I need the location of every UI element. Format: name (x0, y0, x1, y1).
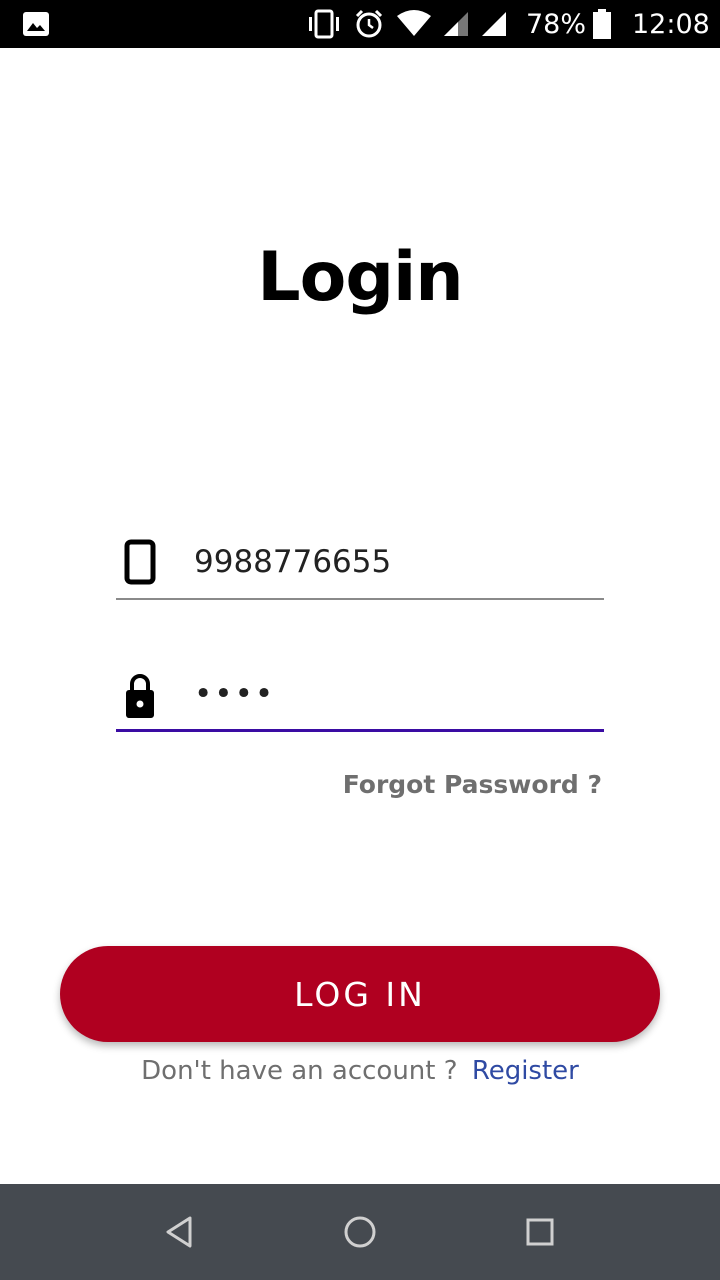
register-row: Don't have an account ? Register (0, 1056, 720, 1086)
clock: 12:08 (632, 8, 710, 40)
nav-bar (0, 1184, 720, 1280)
battery-icon (592, 0, 612, 48)
battery-percent: 78% (526, 8, 587, 40)
status-bar: 78% 12:08 (0, 0, 720, 48)
password-underline (116, 729, 604, 732)
signal-icon (442, 0, 470, 48)
phone-icon (124, 538, 156, 586)
register-link[interactable]: Register (472, 1056, 579, 1086)
phone-underline (116, 598, 604, 600)
register-prompt: Don't have an account ? (141, 1056, 458, 1086)
login-button-label: LOG IN (294, 974, 426, 1014)
login-button[interactable]: LOG IN (60, 946, 660, 1042)
phone-value[interactable]: 9988776655 (194, 544, 391, 580)
password-value[interactable]: •••• (194, 679, 275, 710)
wifi-icon (396, 0, 432, 48)
phone-field[interactable]: 9988776655 (116, 538, 604, 600)
alarm-icon (354, 0, 384, 48)
home-icon[interactable] (340, 1212, 380, 1252)
password-field[interactable]: •••• (116, 670, 604, 732)
vibrate-icon (305, 0, 343, 48)
lock-icon (124, 670, 156, 718)
recents-icon[interactable] (520, 1212, 560, 1252)
signal-icon (480, 0, 508, 48)
forgot-password-link[interactable]: Forgot Password ? (343, 770, 602, 799)
page-title: Login (257, 238, 463, 317)
back-icon[interactable] (160, 1212, 200, 1252)
gallery-icon (22, 0, 50, 48)
